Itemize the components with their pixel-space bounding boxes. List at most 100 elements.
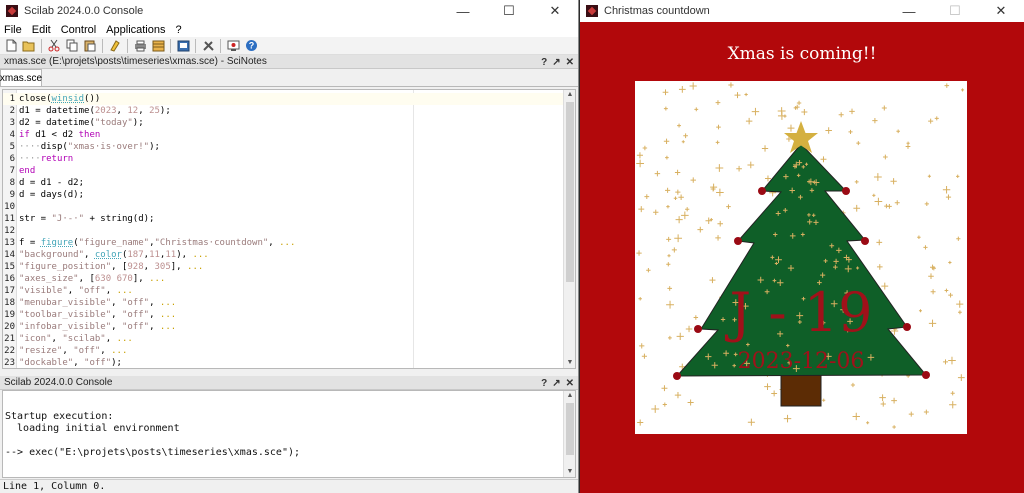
sparkle — [879, 394, 886, 401]
sparkle — [662, 402, 667, 407]
code-editor[interactable]: ▲ ▼ 1 close(winsid()) 2 d1 = datetime(2023,… — [2, 89, 576, 369]
panel-help-button[interactable]: ? — [541, 378, 547, 389]
code-line[interactable]: 9 d = days(d); — [3, 189, 563, 201]
open-folder-icon[interactable] — [22, 39, 36, 53]
code-line[interactable]: 4 if d1 < d2 then — [3, 129, 563, 141]
minimize-button[interactable]: — — [886, 0, 932, 22]
sparkle — [945, 194, 952, 200]
menu-edit[interactable]: Edit — [28, 24, 57, 36]
scroll-up-icon[interactable]: ▲ — [564, 391, 575, 401]
help-icon[interactable]: ? — [244, 39, 258, 53]
editor-icon[interactable] — [176, 39, 190, 53]
code-line[interactable]: 3 d2 = datetime("today"); — [3, 117, 563, 129]
code-line[interactable]: 15 "figure_position", [928, 305], ... — [3, 261, 563, 273]
code-line[interactable]: 11 str = "J·-·" + string(d); — [3, 213, 563, 225]
variable-browser-icon[interactable] — [151, 39, 165, 53]
sparkle — [849, 108, 855, 115]
panel-undock-button[interactable]: ↗ — [552, 378, 560, 389]
scroll-down-icon[interactable]: ▼ — [564, 358, 575, 368]
sparkle — [783, 414, 792, 423]
sparkle — [957, 374, 965, 382]
code-line[interactable]: 2 d1 = datetime(2023, 12, 25); — [3, 105, 563, 117]
code-line[interactable]: 7 end — [3, 165, 563, 177]
menu-control[interactable]: Control — [57, 24, 102, 36]
scroll-up-icon[interactable]: ▲ — [564, 90, 575, 100]
sparkle — [853, 204, 861, 212]
code-text: str = "J·-·" + string(d); — [19, 214, 155, 224]
close-button[interactable]: ✕ — [978, 0, 1024, 22]
sparkle — [908, 411, 914, 417]
menu-help[interactable]: ? — [172, 24, 188, 36]
menu-bar: File Edit Control Applications ? — [0, 22, 578, 37]
code-text: d = d1 - d2; — [19, 178, 85, 188]
code-line[interactable]: 14 "background", color(187,11,11), ... — [3, 249, 563, 261]
sparkle — [666, 236, 672, 242]
sparkle — [675, 216, 683, 224]
sparkle — [715, 164, 724, 172]
sparkle — [716, 124, 721, 130]
code-line[interactable]: 22 "resize", "off", ... — [3, 345, 563, 357]
cut-icon[interactable] — [47, 39, 61, 53]
countdown-text: J - 19 — [725, 281, 873, 344]
copy-icon[interactable] — [65, 39, 79, 53]
code-line[interactable]: 1 close(winsid()) — [3, 93, 563, 105]
sparkle — [880, 401, 886, 407]
sparkle — [948, 356, 956, 365]
sparkle — [638, 297, 642, 301]
sparkle — [734, 92, 741, 99]
code-line[interactable]: 10 — [3, 201, 563, 213]
menu-applications[interactable]: Applications — [102, 24, 171, 36]
panel-help-button[interactable]: ? — [541, 57, 547, 68]
code-line[interactable]: 20 "infobar_visible", "off", ... — [3, 321, 563, 333]
code-line[interactable]: 23 "dockable", "off"); — [3, 357, 563, 368]
sparkle — [960, 88, 965, 92]
code-line[interactable]: 16 "axes_size", [630 670], ... — [3, 273, 563, 285]
print-icon[interactable] — [133, 39, 147, 53]
maximize-button[interactable]: ☐ — [486, 0, 532, 22]
tab-xmas-sce[interactable]: xmas.sce — [0, 69, 42, 86]
code-text: "background", color(187,11,11), ... — [19, 250, 209, 260]
code-line[interactable]: 18 "menubar_visible", "off", ... — [3, 297, 563, 309]
console-scrollbar[interactable]: ▲ ▼ — [563, 391, 575, 477]
sparkle — [697, 226, 704, 233]
code-line[interactable]: 21 "icon", "scilab", ... — [3, 333, 563, 345]
demos-icon[interactable] — [226, 39, 240, 53]
panel-close-button[interactable]: ✕ — [566, 57, 574, 68]
console-output[interactable]: ▲ ▼ Startup execution: loading initial e… — [2, 390, 576, 478]
code-line[interactable]: 6 ····return — [3, 153, 563, 165]
minimize-button[interactable]: — — [440, 0, 486, 22]
sparkle — [950, 391, 955, 396]
code-line[interactable]: 8 d = d1 - d2; — [3, 177, 563, 189]
paste-icon[interactable] — [83, 39, 97, 53]
line-number: 12 — [4, 226, 15, 236]
console-titlebar[interactable]: Scilab 2024.0.0 Console — ☐ ✕ — [0, 0, 578, 22]
sparkle — [876, 239, 883, 246]
toolbar-separator — [102, 38, 103, 53]
toolbar-separator — [170, 38, 171, 53]
scroll-down-icon[interactable]: ▼ — [564, 467, 575, 477]
xmas-titlebar[interactable]: Christmas countdown — ☐ ✕ — [580, 0, 1024, 22]
code-line[interactable]: 5 ····disp("xmas·is·over!"); — [3, 141, 563, 153]
panel-undock-button[interactable]: ↗ — [552, 57, 560, 68]
sparkle — [927, 174, 931, 178]
sparkle — [690, 177, 696, 183]
scrollbar-thumb[interactable] — [566, 403, 574, 455]
editor-scrollbar[interactable]: ▲ ▼ — [563, 90, 575, 368]
line-number: 18 — [4, 298, 15, 308]
code-line[interactable]: 12 — [3, 225, 563, 237]
close-button[interactable]: ✕ — [532, 0, 578, 22]
code-line[interactable]: 17 "visible", "off", ... — [3, 285, 563, 297]
sparkle — [661, 385, 668, 392]
scrollbar-thumb[interactable] — [566, 102, 574, 282]
menu-file[interactable]: File — [0, 24, 28, 36]
panel-close-button[interactable]: ✕ — [566, 378, 574, 389]
toolbox-icon[interactable] — [201, 39, 215, 53]
scilab-console-window: Scilab 2024.0.0 Console — ☐ ✕ File Edit … — [0, 0, 579, 493]
sparkle — [884, 203, 889, 209]
code-line[interactable]: 19 "toolbar_visible", "off", ... — [3, 309, 563, 321]
clear-icon[interactable] — [108, 39, 122, 53]
new-file-icon[interactable] — [4, 39, 18, 53]
sparkle — [894, 200, 900, 206]
plot-canvas[interactable]: J - 19 2023-12-06 — [635, 81, 967, 434]
code-line[interactable]: 13 f = figure("figure_name","Christmas·co… — [3, 237, 563, 249]
